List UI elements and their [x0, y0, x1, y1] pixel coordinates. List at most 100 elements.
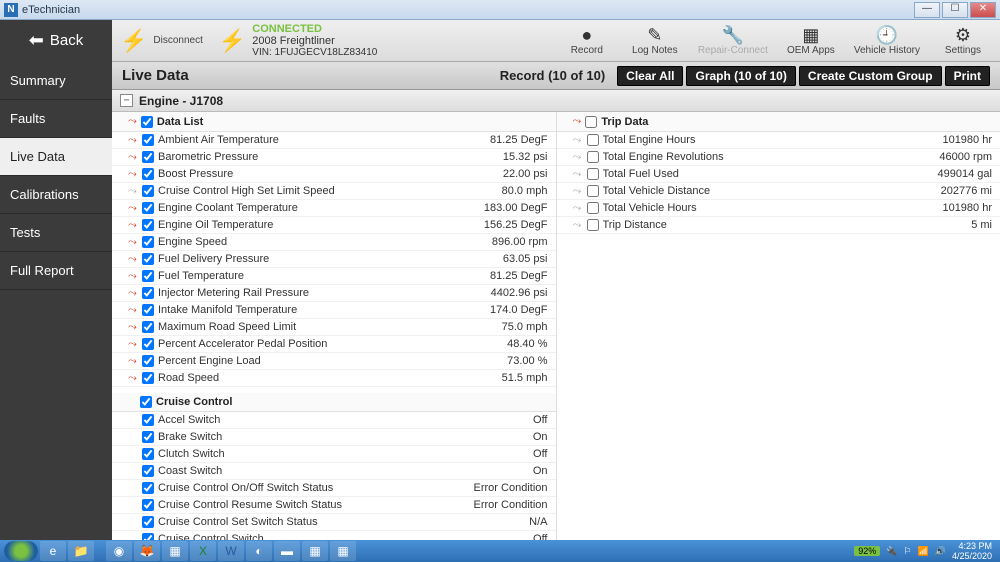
- data-row[interactable]: ⤳Total Engine Revolutions46000 rpm: [557, 149, 1000, 166]
- graph-icon[interactable]: ⤳: [128, 287, 142, 300]
- row-checkbox[interactable]: [142, 236, 154, 248]
- taskbar-teamviewer-icon[interactable]: ◐: [246, 541, 272, 561]
- data-row[interactable]: Accel SwitchOff: [112, 412, 556, 429]
- data-row[interactable]: Cruise Control SwitchOff: [112, 531, 556, 540]
- row-checkbox[interactable]: [142, 151, 154, 163]
- data-row[interactable]: ⤳Engine Oil Temperature156.25 DegF: [112, 217, 556, 234]
- graph-icon[interactable]: ⤳: [128, 185, 142, 198]
- system-tray[interactable]: 92% 🔌 ⚐ 📶 🔊 4:23 PM 4/25/2020: [854, 541, 996, 561]
- graph-icon[interactable]: ⤳: [573, 168, 587, 181]
- section-checkbox[interactable]: [585, 116, 597, 128]
- section-checkbox[interactable]: [140, 396, 152, 408]
- sidebar-item-live-data[interactable]: Live Data: [0, 138, 112, 176]
- row-checkbox[interactable]: [587, 168, 599, 180]
- section-header[interactable]: ⤳Trip Data: [557, 112, 1000, 132]
- row-checkbox[interactable]: [142, 168, 154, 180]
- row-checkbox[interactable]: [142, 533, 154, 540]
- header-button-create-custom-group[interactable]: Create Custom Group: [799, 66, 942, 86]
- data-row[interactable]: Cruise Control Set Switch StatusN/A: [112, 514, 556, 531]
- toolbar-oem-apps[interactable]: ▦OEM Apps: [786, 25, 836, 56]
- taskbar-clock[interactable]: 4:23 PM 4/25/2020: [952, 541, 992, 561]
- row-checkbox[interactable]: [142, 355, 154, 367]
- row-checkbox[interactable]: [142, 465, 154, 477]
- data-row[interactable]: Clutch SwitchOff: [112, 446, 556, 463]
- row-checkbox[interactable]: [142, 516, 154, 528]
- row-checkbox[interactable]: [142, 338, 154, 350]
- row-checkbox[interactable]: [142, 202, 154, 214]
- row-checkbox[interactable]: [142, 321, 154, 333]
- row-checkbox[interactable]: [142, 134, 154, 146]
- graph-icon[interactable]: ⤳: [128, 321, 142, 334]
- row-checkbox[interactable]: [142, 253, 154, 265]
- row-checkbox[interactable]: [587, 202, 599, 214]
- row-checkbox[interactable]: [142, 414, 154, 426]
- row-checkbox[interactable]: [142, 270, 154, 282]
- data-row[interactable]: ⤳Total Vehicle Hours101980 hr: [557, 200, 1000, 217]
- data-scroll-area[interactable]: ⤳Data List⤳Ambient Air Temperature81.25 …: [112, 112, 1000, 540]
- graph-icon[interactable]: ⤳: [573, 134, 587, 147]
- taskbar-word-icon[interactable]: W: [218, 541, 244, 561]
- collapse-icon[interactable]: −: [120, 94, 133, 107]
- data-row[interactable]: Cruise Control On/Off Switch StatusError…: [112, 480, 556, 497]
- graph-icon[interactable]: ⤳: [128, 134, 142, 147]
- graph-icon[interactable]: ⤳: [128, 168, 142, 181]
- graph-icon[interactable]: ⤳: [128, 270, 142, 283]
- row-checkbox[interactable]: [142, 287, 154, 299]
- data-row[interactable]: ⤳Total Vehicle Distance202776 mi: [557, 183, 1000, 200]
- row-checkbox[interactable]: [587, 134, 599, 146]
- maximize-button[interactable]: ☐: [942, 2, 968, 18]
- taskbar-explorer-icon[interactable]: 📁: [68, 541, 94, 561]
- taskbar-app2-icon[interactable]: ▬: [274, 541, 300, 561]
- data-row[interactable]: ⤳Road Speed51.5 mph: [112, 370, 556, 387]
- header-button-print[interactable]: Print: [945, 66, 990, 86]
- back-button[interactable]: ⬅ Back: [0, 20, 112, 62]
- graph-icon[interactable]: ⤳: [573, 202, 587, 215]
- sidebar-item-tests[interactable]: Tests: [0, 214, 112, 252]
- taskbar-ie-icon[interactable]: e: [40, 541, 66, 561]
- row-checkbox[interactable]: [142, 499, 154, 511]
- taskbar-chrome-icon[interactable]: ◉: [106, 541, 132, 561]
- sidebar-item-summary[interactable]: Summary: [0, 62, 112, 100]
- row-checkbox[interactable]: [142, 448, 154, 460]
- taskbar-app4-icon[interactable]: ▦: [330, 541, 356, 561]
- row-checkbox[interactable]: [587, 185, 599, 197]
- data-row[interactable]: ⤳Percent Engine Load73.00 %: [112, 353, 556, 370]
- taskbar-firefox-icon[interactable]: 🦊: [134, 541, 160, 561]
- sidebar-item-full-report[interactable]: Full Report: [0, 252, 112, 290]
- toolbar-vehicle-history[interactable]: 🕘Vehicle History: [854, 25, 920, 56]
- taskbar-app-icon[interactable]: ▦: [162, 541, 188, 561]
- data-row[interactable]: ⤳Fuel Delivery Pressure63.05 psi: [112, 251, 556, 268]
- row-checkbox[interactable]: [142, 185, 154, 197]
- data-row[interactable]: ⤳Engine Speed896.00 rpm: [112, 234, 556, 251]
- data-row[interactable]: ⤳Engine Coolant Temperature183.00 DegF: [112, 200, 556, 217]
- sidebar-item-calibrations[interactable]: Calibrations: [0, 176, 112, 214]
- section-header[interactable]: Cruise Control: [112, 393, 556, 412]
- data-row[interactable]: ⤳Barometric Pressure15.32 psi: [112, 149, 556, 166]
- row-checkbox[interactable]: [142, 372, 154, 384]
- group-header[interactable]: − Engine - J1708: [112, 90, 1000, 112]
- taskbar-app3-icon[interactable]: ▦: [302, 541, 328, 561]
- graph-icon[interactable]: ⤳: [573, 185, 587, 198]
- data-row[interactable]: ⤳Injector Metering Rail Pressure4402.96 …: [112, 285, 556, 302]
- data-row[interactable]: Coast SwitchOn: [112, 463, 556, 480]
- graph-icon[interactable]: ⤳: [128, 304, 142, 317]
- graph-icon[interactable]: ⤳: [128, 219, 142, 232]
- toolbar-settings[interactable]: ⚙Settings: [938, 25, 988, 56]
- data-row[interactable]: ⤳Ambient Air Temperature81.25 DegF: [112, 132, 556, 149]
- data-row[interactable]: Cruise Control Resume Switch StatusError…: [112, 497, 556, 514]
- data-row[interactable]: Brake SwitchOn: [112, 429, 556, 446]
- graph-icon[interactable]: ⤳: [573, 219, 587, 232]
- graph-icon[interactable]: ⤳: [128, 253, 142, 266]
- header-button-graph-of-[interactable]: Graph (10 of 10): [686, 66, 795, 86]
- sidebar-item-faults[interactable]: Faults: [0, 100, 112, 138]
- graph-icon[interactable]: ⤳: [128, 236, 142, 249]
- row-checkbox[interactable]: [142, 482, 154, 494]
- data-row[interactable]: ⤳Fuel Temperature81.25 DegF: [112, 268, 556, 285]
- data-row[interactable]: ⤳Total Engine Hours101980 hr: [557, 132, 1000, 149]
- row-checkbox[interactable]: [142, 431, 154, 443]
- header-button-clear-all[interactable]: Clear All: [617, 66, 683, 86]
- data-row[interactable]: ⤳Trip Distance5 mi: [557, 217, 1000, 234]
- data-row[interactable]: ⤳Total Fuel Used499014 gal: [557, 166, 1000, 183]
- disconnect-button[interactable]: ⚡ Disconnect: [112, 28, 211, 54]
- start-button[interactable]: [4, 541, 38, 561]
